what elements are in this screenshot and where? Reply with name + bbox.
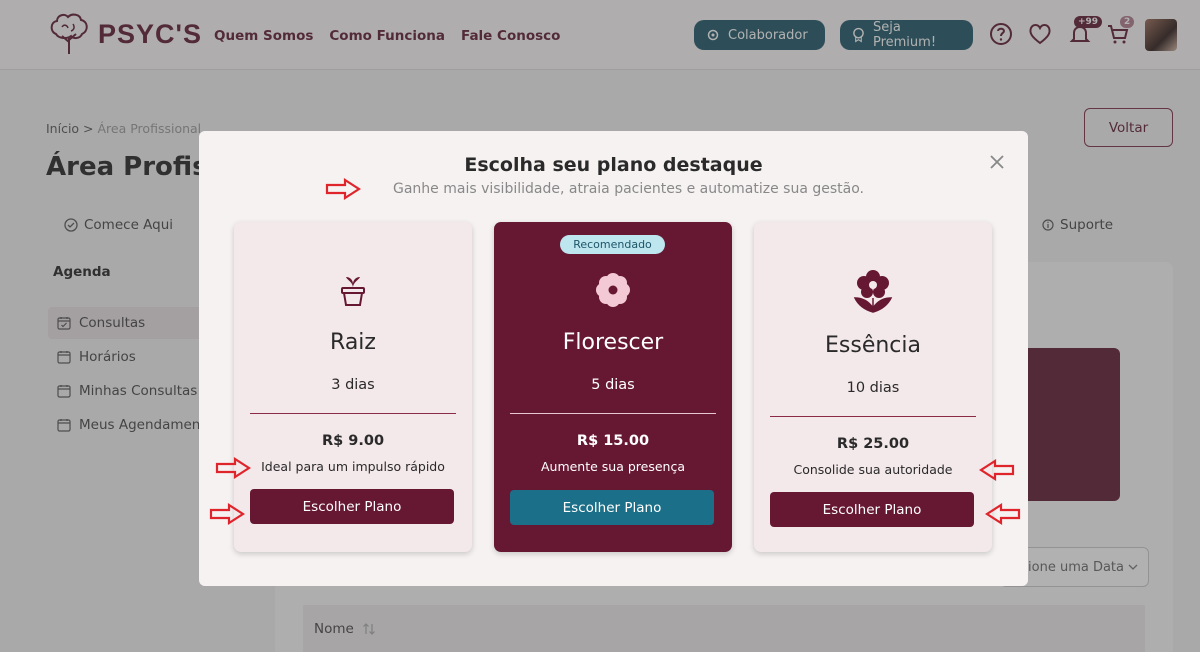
modal-title: Escolha seu plano destaque [464,154,763,176]
choose-plan-button-essencia[interactable]: Escolher Plano [770,492,974,527]
annotation-arrow-left-icon [979,459,1015,481]
plan-description: Ideal para um impulso rápido [261,459,445,474]
plan-description: Consolide sua autoridade [793,462,953,477]
plan-modal: Escolha seu plano destaque Ganhe mais vi… [199,131,1028,586]
plan-name: Essência [825,333,921,358]
plan-card-florescer: Recomendado Florescer 5 dias R$ 15.00 Au… [494,222,732,552]
choose-plan-button-florescer[interactable]: Escolher Plano [510,490,714,525]
annotation-arrow-right-icon [209,503,245,525]
blooming-flower-icon [754,268,992,314]
plan-name: Raiz [330,330,376,355]
annotation-arrow-right-icon [215,457,251,479]
plan-duration: 3 dias [331,377,375,393]
plan-divider [770,416,976,417]
plan-price: R$ 9.00 [321,433,385,449]
flower-icon [494,271,732,309]
plan-divider [510,413,716,414]
plan-description: Aumente sua presença [540,459,686,474]
plan-price: R$ 25.00 [836,436,910,452]
plan-price: R$ 15.00 [576,433,650,449]
close-button[interactable] [986,151,1008,173]
choose-plan-button-raiz[interactable]: Escolher Plano [250,489,454,524]
modal-subtitle: Ganhe mais visibilidade, atraia paciente… [393,181,864,197]
plan-name: Florescer [562,330,664,355]
plan-duration: 5 dias [591,377,635,393]
annotation-arrow-left-icon [985,503,1021,525]
plant-pot-icon [234,274,472,308]
annotation-arrow-right-icon [325,178,361,200]
plan-card-raiz: Raiz 3 dias R$ 9.00 Ideal para um impuls… [234,222,472,552]
plan-card-essencia: Essência 10 dias R$ 25.00 Consolide sua … [754,222,992,552]
recommended-badge: Recomendado [560,235,665,254]
close-icon [990,155,1004,169]
plan-duration: 10 dias [846,380,900,396]
plan-divider [250,413,456,414]
